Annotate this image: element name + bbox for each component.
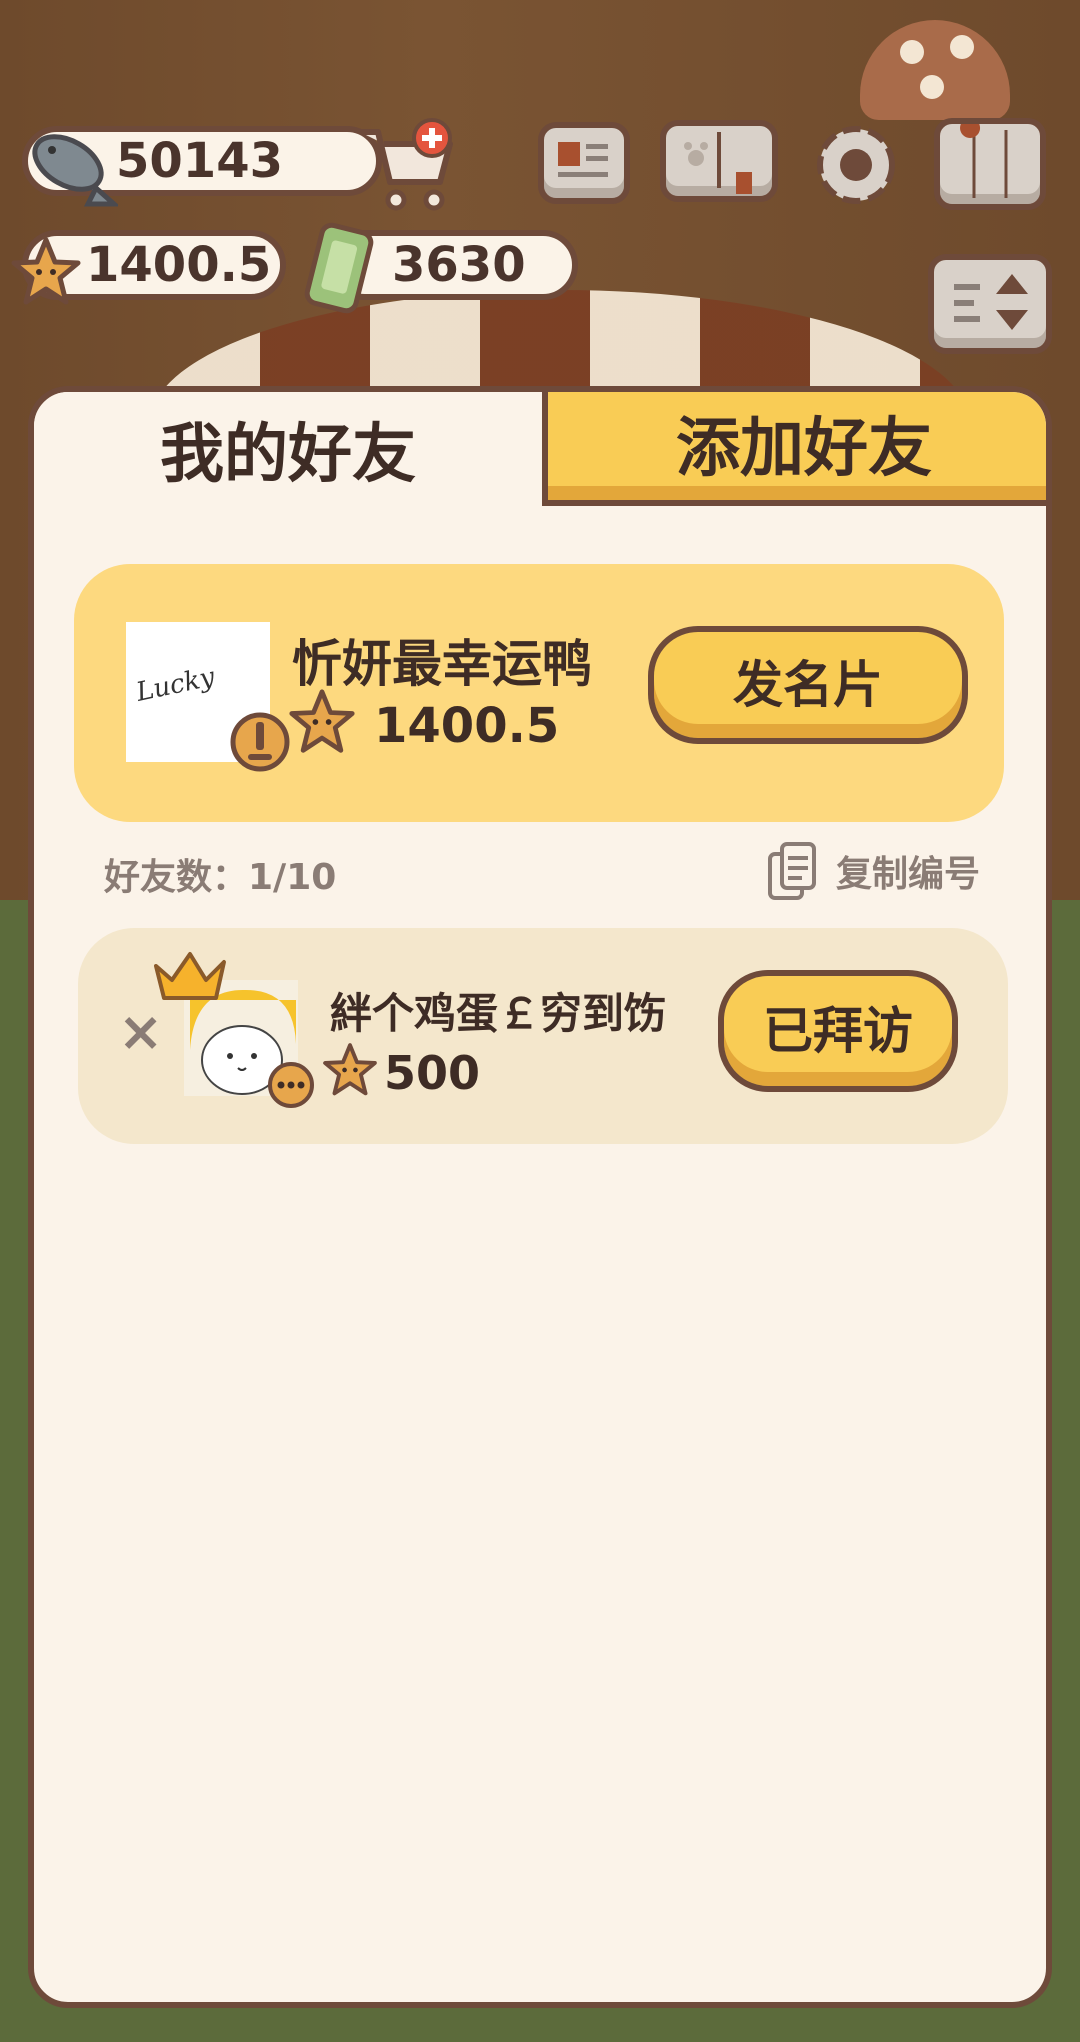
my-star-icon [289, 689, 355, 753]
friend-score: 500 [384, 1046, 481, 1100]
settings-button[interactable] [810, 120, 902, 204]
my-avatar-signature: Lucky [133, 662, 218, 708]
tab-my-friends[interactable]: 我的好友 [34, 392, 542, 506]
friend-count-label: 好友数：1/10 [104, 857, 337, 898]
friend-star-icon [323, 1043, 377, 1096]
fish-count: 50143 [116, 133, 283, 189]
handbook-button[interactable] [660, 120, 778, 202]
friends-panel: 我的好友 添加好友 Lucky 忻妍最幸运鸭 1400.5 发名片 好友数：1/… [28, 386, 1052, 2008]
newspaper-button[interactable] [538, 122, 630, 204]
tab-add-friend-label: 添加好友 [676, 412, 932, 486]
tab-add-friend[interactable]: 添加好友 [542, 392, 1046, 506]
visited-button[interactable]: 已拜访 [718, 970, 958, 1092]
sort-icon [954, 274, 1028, 330]
my-score: 1400.5 [374, 698, 560, 754]
visited-label: 已拜访 [763, 1002, 913, 1060]
sort-toggle-button[interactable] [928, 254, 1052, 354]
tab-my-friends-label: 我的好友 [160, 418, 416, 492]
newspaper-icon [558, 142, 608, 177]
copy-id-label: 复制编号 [835, 854, 980, 895]
star-icon [11, 237, 81, 305]
edit-badge-icon[interactable] [228, 710, 292, 774]
my-profile-card: Lucky 忻妍最幸运鸭 1400.5 发名片 [74, 564, 1004, 822]
send-card-label: 发名片 [733, 656, 883, 714]
send-card-button[interactable]: 发名片 [648, 626, 968, 744]
remove-friend-button[interactable]: × [118, 1000, 163, 1063]
copy-id-button[interactable]: 复制编号 [766, 840, 980, 902]
ticket-count: 3630 [392, 237, 526, 293]
map-icon [960, 118, 1008, 198]
my-name: 忻妍最幸运鸭 [292, 635, 592, 693]
more-options-icon[interactable] [266, 1060, 316, 1110]
crown-icon [154, 952, 226, 1000]
shop-cart-icon[interactable] [352, 116, 462, 216]
ticket-icon [304, 222, 374, 314]
fish-icon [32, 134, 118, 207]
copy-icon [767, 842, 816, 900]
gear-icon [817, 126, 895, 204]
star-count: 1400.5 [86, 237, 272, 293]
paw-book-icon [684, 132, 752, 194]
friend-row: × 絆个鸡蛋￡穷到饬 500 已拜访 [78, 928, 1008, 1144]
map-button[interactable] [934, 118, 1046, 210]
friend-name: 絆个鸡蛋￡穷到饬 [330, 989, 667, 1038]
